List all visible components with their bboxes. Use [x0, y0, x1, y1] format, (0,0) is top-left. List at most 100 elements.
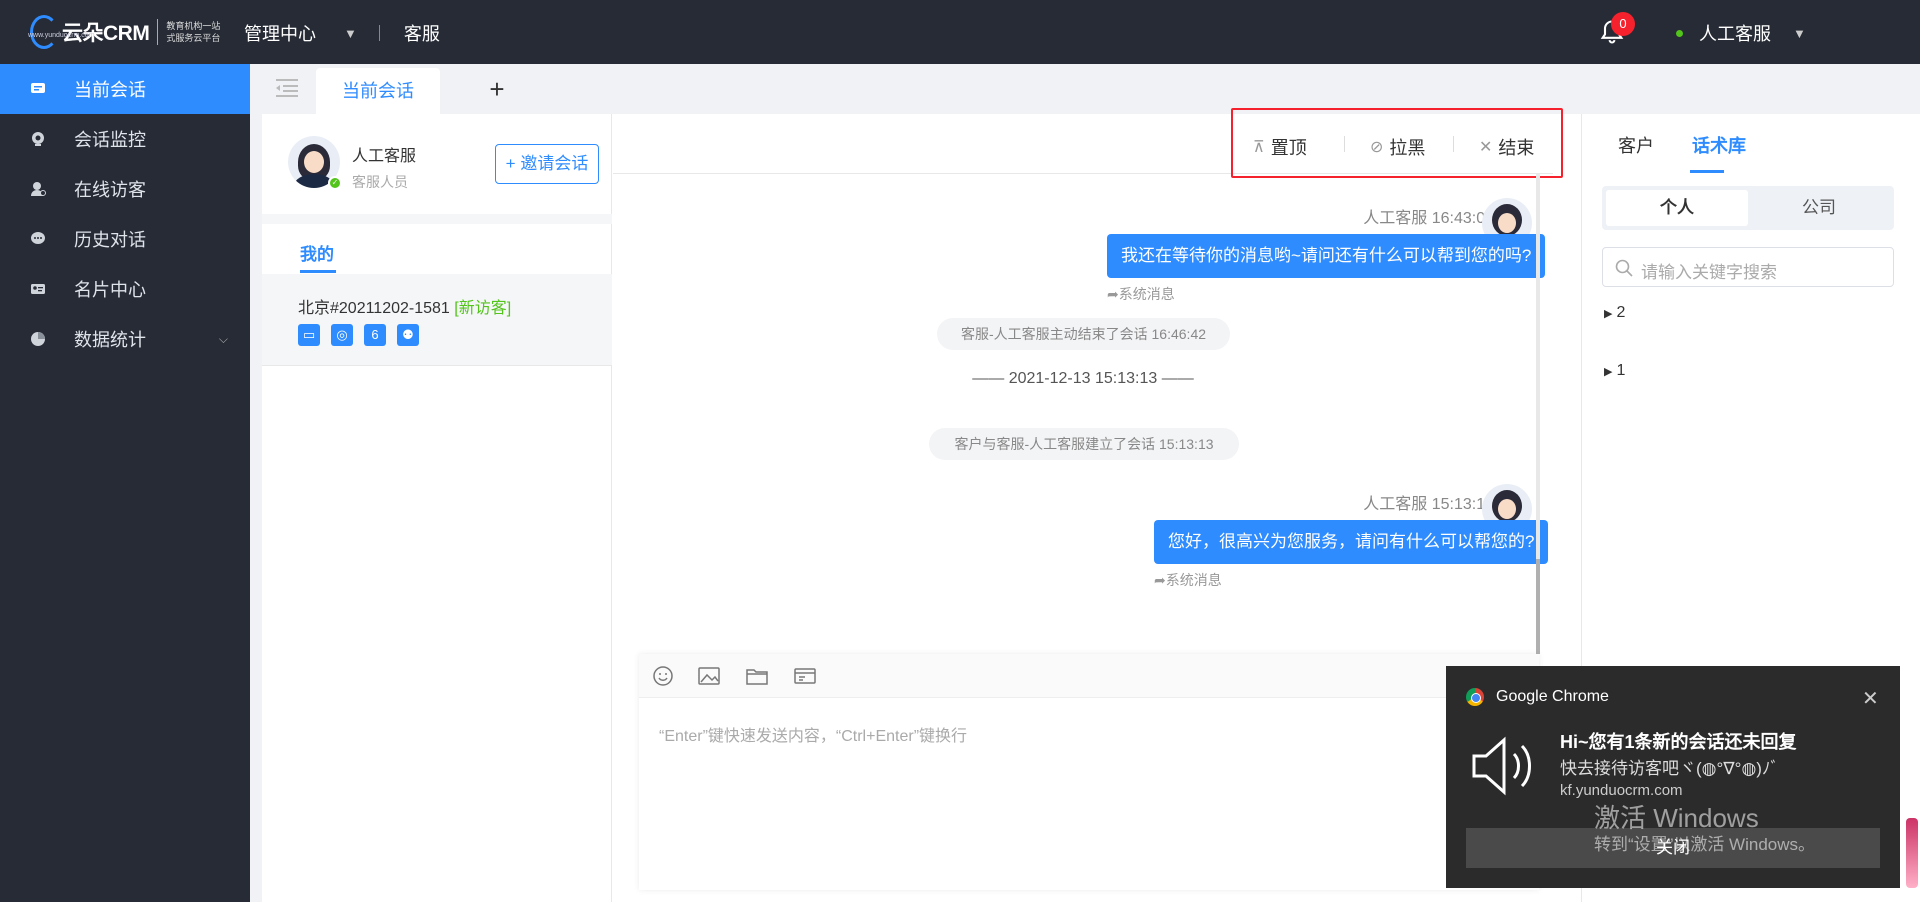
agent-name: 人工客服 [352, 148, 417, 165]
list-item[interactable]: 北京#20211202-1581 [新访客] ▭ ◎ 6 ⚉ [262, 274, 612, 366]
pin-button[interactable]: ⊼ 置顶 [1253, 134, 1307, 160]
toolbar-divider [1344, 136, 1345, 152]
sidebar-item-label: 名片中心 [74, 280, 146, 300]
segment-personal[interactable]: 个人 [1606, 190, 1748, 226]
end-label: 结束 [1498, 138, 1535, 158]
system-notice: 客服-人工客服主动结束了会话 16:46:42 [937, 318, 1230, 350]
tab-current-session[interactable]: 当前会话 [316, 68, 440, 114]
nav-divider [378, 25, 380, 41]
input-toolbar [639, 654, 1539, 698]
taskbar-app-icon[interactable] [1906, 818, 1918, 888]
notification-header: Google Chrome [1466, 688, 1609, 706]
message-bubble: 您好，很高兴为您服务，请问有什么可以帮您的? [1154, 520, 1549, 564]
search-icon [1615, 259, 1633, 277]
message-meta: 人工客服 16:43:04 [1363, 210, 1494, 227]
tree-node[interactable]: ▶ 1 [1604, 362, 1625, 380]
image-icon[interactable] [697, 664, 721, 688]
sidebar: 当前会话 会话监控 在线访客 历史对话 名片中心 数据统计 ⌵ [0, 64, 250, 902]
sidebar-item-card-center[interactable]: 名片中心 [0, 264, 250, 314]
folder-icon[interactable] [745, 664, 769, 688]
sidebar-item-history[interactable]: 历史对话 [0, 214, 250, 264]
sidebar-item-label: 历史对话 [74, 230, 146, 250]
tab-active-indicator [1690, 170, 1724, 173]
sidebar-item-session-monitor[interactable]: 会话监控 [0, 114, 250, 164]
system-notice: 客户与客服-人工客服建立了会话 15:13:13 [929, 428, 1239, 460]
sidebar-item-label: 当前会话 [74, 80, 146, 100]
chrome-icon [1466, 688, 1484, 706]
notification-site: kf.yunduocrm.com [1560, 782, 1683, 799]
user-menu[interactable]: 人工客服 ▼ [1676, 20, 1806, 46]
notification-app: Google Chrome [1496, 688, 1609, 705]
emoji-icon[interactable] [651, 664, 675, 688]
tab-customer[interactable]: 客户 [1618, 132, 1654, 158]
system-message-text: 系统消息 [1165, 572, 1222, 588]
message-input[interactable]: “Enter”键快速发送内容，“Ctrl+Enter”键换行 [659, 722, 967, 746]
system-message-label: ➦系统消息 [1107, 284, 1175, 304]
date-divider: —— 2021-12-13 15:13:13 —— [972, 370, 1194, 387]
tree-node[interactable]: ▶ 2 [1604, 304, 1625, 322]
new-visitor-tag: [新访客] [454, 300, 512, 317]
pie-chart-icon [31, 332, 45, 346]
tab-strip: 当前会话 + [250, 64, 1920, 114]
monitor-icon [32, 132, 44, 146]
message-bubble: 我还在等待你的消息哟~请问还有什么可以帮到您的吗? [1107, 234, 1546, 278]
scrollbar-thumb[interactable] [1536, 559, 1540, 654]
segment-company[interactable]: 公司 [1748, 190, 1890, 226]
online-status-dot [1676, 29, 1683, 37]
visitor-id: 北京#20211202-1581 [298, 300, 450, 317]
invite-session-button[interactable]: + 邀请会话 [495, 144, 599, 184]
user-name: 人工客服 [1699, 24, 1771, 44]
block-button[interactable]: ⊘ 拉黑 [1370, 134, 1425, 160]
conversation-tabs: 我的 [262, 214, 612, 274]
toolbar-divider [1453, 136, 1454, 152]
chevron-down-icon[interactable]: ⌵ [219, 332, 228, 347]
caret-right-icon: ▶ [1604, 308, 1613, 320]
card-icon [31, 284, 45, 294]
sidebar-item-statistics[interactable]: 数据统计 ⌵ [0, 314, 250, 364]
chat-panel: ⊼ 置顶 ⊘ 拉黑 ✕ 结束 人工客服 16:43:04 我还在等待你的消息哟~… [613, 108, 1563, 902]
speaker-icon [1472, 736, 1531, 796]
notification-body: 快去接待访客吧ヾ(◍°∇°◍)ﾉﾞ [1560, 759, 1779, 778]
message-meta: 人工客服 15:13:14 [1363, 496, 1494, 513]
scope-segmented-control: 个人 公司 [1602, 186, 1894, 230]
collapse-menu-icon[interactable] [274, 76, 300, 100]
sidebar-item-online-visitors[interactable]: 在线访客 [0, 164, 250, 214]
agent-profile: ✓ 人工客服 客服人员 [288, 136, 416, 192]
sidebar-item-label: 会话监控 [74, 130, 146, 150]
message-input-area[interactable]: “Enter”键快速发送内容，“Ctrl+Enter”键换行 [639, 654, 1539, 890]
tab-script-library[interactable]: 话术库 [1692, 132, 1746, 158]
logo-slogan: 教育机构一站 式服务云平台 [166, 20, 220, 44]
chevron-down-icon[interactable]: ▼ [344, 26, 357, 41]
tree-node-label: 2 [1616, 304, 1626, 321]
visit-count-badge: 6 [364, 324, 386, 346]
logo-slogan-line-2: 式服务云平台 [166, 33, 221, 43]
chat-toolbar: ⊼ 置顶 ⊘ 拉黑 ✕ 结束 [613, 108, 1563, 178]
message-list: 人工客服 16:43:04 我还在等待你的消息哟~请问还有什么可以帮到您的吗? … [613, 174, 1553, 654]
add-tab-button[interactable]: + [482, 74, 512, 104]
top-nav: 管理中心 ▼ 客服 [244, 20, 440, 46]
visitor-icon [31, 182, 46, 196]
history-icon [31, 232, 45, 244]
logo-slogan-line-1: 教育机构一站 [166, 21, 221, 31]
notification-title: Hi~您有1条新的会话还未回复 [1560, 732, 1797, 752]
browser-icon: ◎ [331, 324, 353, 346]
desktop-icon: ▭ [298, 324, 320, 346]
tree-node-label: 1 [1616, 362, 1626, 379]
top-bar: 云朵CRM 教育机构一站 式服务云平台 www.yunduocrm.com 管理… [0, 0, 1920, 64]
end-session-button[interactable]: ✕ 结束 [1479, 134, 1534, 160]
tab-mine[interactable]: 我的 [300, 240, 334, 265]
conversation-title: 北京#20211202-1581 [新访客] [298, 294, 511, 318]
nav-admin-center[interactable]: 管理中心 [244, 20, 316, 46]
activation-watermark-text: 转到“设置”以激活 Windows。 [1594, 835, 1816, 854]
conversation-list-panel: ✓ 人工客服 客服人员 + 邀请会话 我的 北京#20211202-1581 [… [262, 114, 612, 902]
system-message-text: 系统消息 [1118, 286, 1175, 302]
chevron-down-icon[interactable]: ▼ [1793, 26, 1806, 41]
sidebar-item-current-sessions[interactable]: 当前会话 [0, 64, 250, 114]
card-icon[interactable] [793, 664, 817, 688]
agent-role: 客服人员 [352, 174, 408, 190]
check-icon: ✓ [328, 176, 342, 190]
nav-service[interactable]: 客服 [404, 20, 440, 46]
close-icon[interactable]: ✕ [1862, 686, 1879, 711]
search-input[interactable]: 请输入关键字搜索 [1602, 247, 1894, 287]
block-label: 拉黑 [1389, 138, 1426, 158]
